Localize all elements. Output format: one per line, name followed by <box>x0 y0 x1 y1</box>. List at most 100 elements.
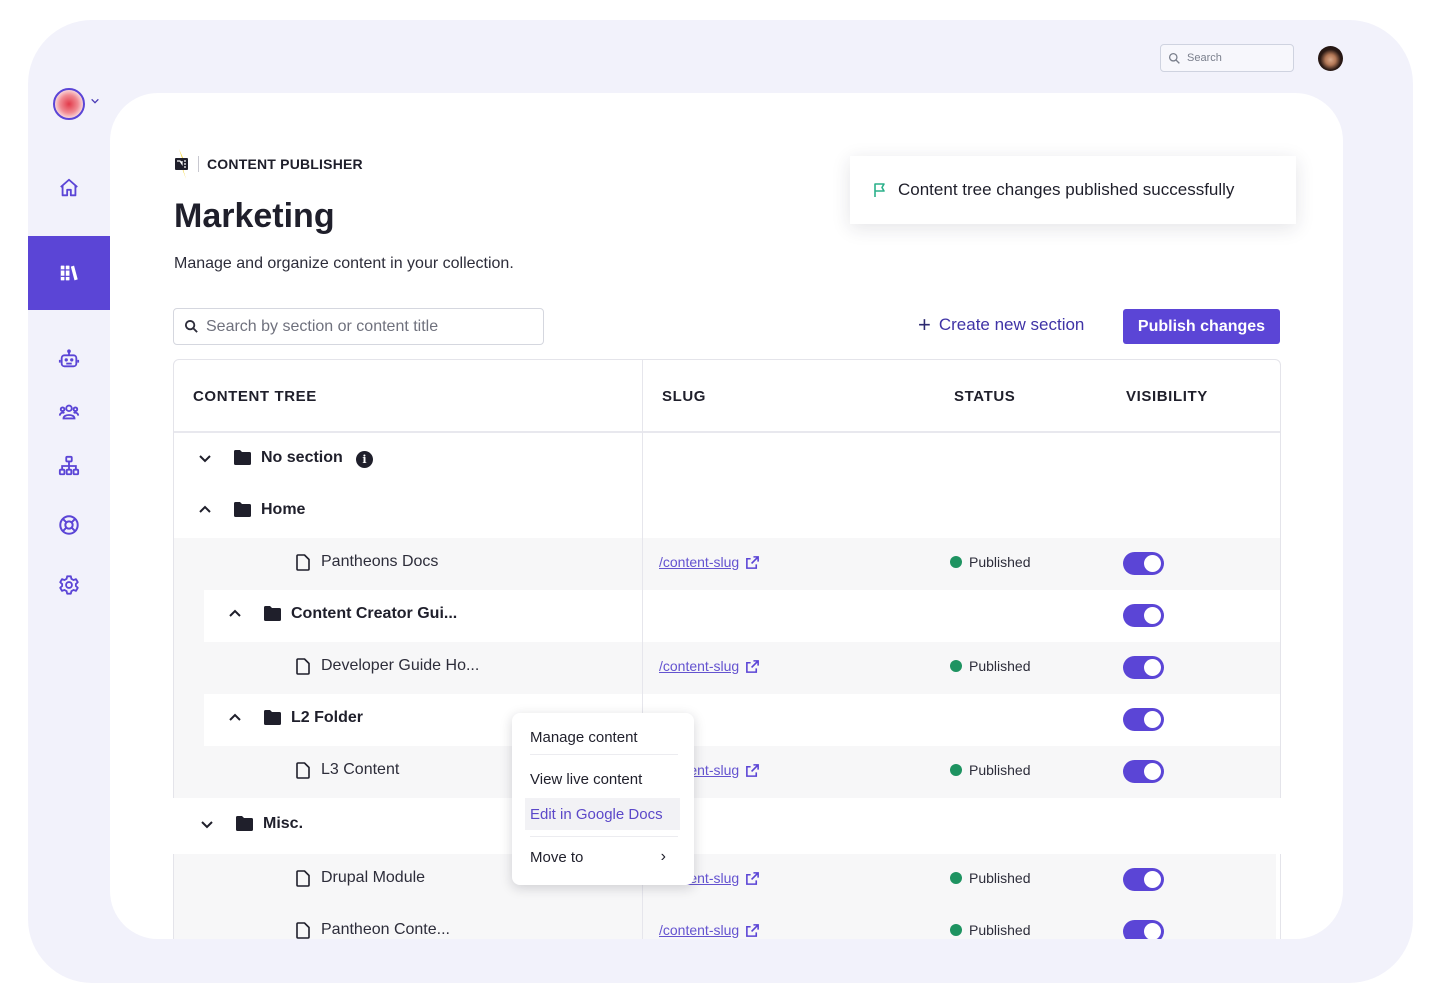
menu-divider <box>530 836 678 837</box>
chevron-up-icon[interactable] <box>227 606 243 622</box>
status-dot <box>950 924 962 936</box>
library-icon <box>60 265 78 281</box>
toggle-knob <box>1144 711 1161 728</box>
status-badge: Published <box>950 554 1031 570</box>
visibility-toggle[interactable] <box>1123 760 1164 783</box>
table-row[interactable]: Pantheon Conte... /content-slug Publishe… <box>174 906 1276 939</box>
table-row[interactable]: L2 Folder <box>204 694 1280 746</box>
visibility-toggle[interactable] <box>1123 604 1164 627</box>
table-row[interactable]: Drupal Module /content-slug Published <box>174 854 1276 906</box>
external-link-icon[interactable] <box>745 871 760 886</box>
external-link-icon[interactable] <box>745 555 760 570</box>
page-subtitle: Manage and organize content in your coll… <box>174 255 514 272</box>
sidebar-item-settings[interactable] <box>28 565 110 605</box>
table-row[interactable]: Pantheons Docs /content-slug Published <box>174 538 1280 590</box>
sidebar-item-sitemap[interactable] <box>28 446 110 486</box>
product-logo-icon <box>174 149 190 179</box>
toggle-knob <box>1144 923 1161 939</box>
publish-changes-button[interactable]: Publish changes <box>1123 309 1280 344</box>
content-search[interactable] <box>173 308 544 345</box>
row-name: Pantheon Conte... <box>321 921 450 938</box>
folder-icon <box>264 710 281 725</box>
status-badge: Published <box>950 658 1031 674</box>
search-icon <box>1168 52 1180 64</box>
table-row[interactable]: Home <box>174 486 1280 538</box>
chevron-down-icon[interactable] <box>199 816 215 832</box>
lifebuoy-icon <box>59 515 79 535</box>
slug-link[interactable]: /content-slug <box>659 554 760 570</box>
robot-icon <box>58 349 80 368</box>
row-name: No section <box>261 449 343 466</box>
column-header-visibility[interactable]: VISIBILITY <box>1126 388 1208 405</box>
status-dot <box>950 872 962 884</box>
file-icon <box>296 762 310 779</box>
chevron-up-icon[interactable] <box>197 502 213 518</box>
status-text: Published <box>969 922 1031 938</box>
visibility-toggle[interactable] <box>1123 708 1164 731</box>
sidebar-item-ai[interactable] <box>28 339 110 379</box>
table-row[interactable]: No section i <box>174 434 1280 486</box>
chevron-down-icon[interactable] <box>197 450 213 466</box>
sidebar-item-help[interactable] <box>28 505 110 545</box>
toggle-knob <box>1144 659 1161 676</box>
visibility-toggle[interactable] <box>1123 656 1164 679</box>
row-name: L2 Folder <box>291 709 364 726</box>
table-row[interactable]: L3 Content /content-slug Published <box>174 746 1280 798</box>
external-link-icon[interactable] <box>745 923 760 938</box>
status-badge: Published <box>950 762 1031 778</box>
slug-text[interactable]: /content-slug <box>659 922 739 938</box>
visibility-toggle[interactable] <box>1123 868 1164 891</box>
sidebar-item-home[interactable] <box>28 168 110 208</box>
column-header-content-tree[interactable]: CONTENT TREE <box>193 388 317 405</box>
global-search-input[interactable] <box>1187 52 1287 64</box>
slug-text[interactable]: /content-slug <box>659 554 739 570</box>
slug-link[interactable]: /content-slug <box>659 922 760 938</box>
slug-link[interactable]: /content-slug <box>659 658 760 674</box>
status-dot <box>950 764 962 776</box>
user-avatar[interactable] <box>1318 46 1343 71</box>
product-name: CONTENT PUBLISHER <box>207 156 363 172</box>
chevron-up-icon[interactable] <box>227 710 243 726</box>
row-name: Home <box>261 501 306 518</box>
users-icon <box>58 404 80 420</box>
folder-icon <box>234 450 251 465</box>
file-icon <box>296 870 310 887</box>
plus-icon: + <box>918 312 931 337</box>
menu-item-manage-content[interactable]: Manage content <box>525 721 680 753</box>
menu-item-view-live-content[interactable]: View live content <box>525 763 680 795</box>
gear-icon <box>59 575 79 595</box>
toast-message: Content tree changes published successfu… <box>898 180 1235 199</box>
menu-item-move-to[interactable]: Move to › <box>525 841 680 873</box>
external-link-icon[interactable] <box>745 659 760 674</box>
workspace-logo[interactable] <box>53 88 85 120</box>
chevron-down-icon[interactable] <box>90 96 102 108</box>
visibility-toggle[interactable] <box>1123 552 1164 575</box>
sidebar-item-library[interactable] <box>28 236 110 310</box>
context-menu: Manage content View live content Edit in… <box>512 713 694 885</box>
flag-icon <box>874 183 885 197</box>
column-header-slug[interactable]: SLUG <box>662 388 706 405</box>
table-row[interactable]: Developer Guide Ho... /content-slug Publ… <box>174 642 1280 694</box>
content-search-input[interactable] <box>206 317 536 336</box>
sidebar-item-users[interactable] <box>28 392 110 432</box>
file-icon <box>296 554 310 571</box>
row-name: Developer Guide Ho... <box>321 657 480 674</box>
row-name: L3 Content <box>321 761 400 778</box>
folder-icon <box>234 502 251 517</box>
create-section-button[interactable]: + Create new section <box>918 312 1084 337</box>
status-text: Published <box>969 870 1031 886</box>
external-link-icon[interactable] <box>745 763 760 778</box>
menu-item-edit-in-google-docs[interactable]: Edit in Google Docs <box>525 798 680 830</box>
column-header-status[interactable]: STATUS <box>954 388 1015 405</box>
content-tree-table: CONTENT TREE SLUG STATUS VISIBILITY No s… <box>111 359 1343 939</box>
table-row[interactable]: Content Creator Gui... <box>204 590 1280 642</box>
app-frame: CONTENT PUBLISHER Marketing Manage and o… <box>28 20 1413 983</box>
slug-text[interactable]: /content-slug <box>659 658 739 674</box>
folder-icon <box>264 606 281 621</box>
table-row[interactable]: Misc. <box>111 798 1343 854</box>
global-search[interactable] <box>1160 44 1294 72</box>
visibility-toggle[interactable] <box>1123 920 1164 939</box>
info-icon[interactable]: i <box>356 451 373 468</box>
toggle-knob <box>1144 871 1161 888</box>
status-text: Published <box>969 658 1031 674</box>
